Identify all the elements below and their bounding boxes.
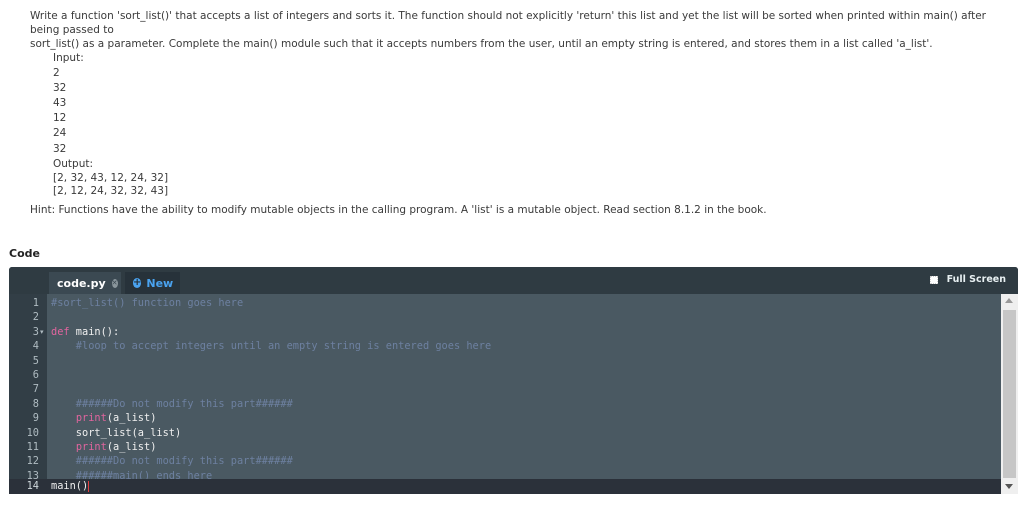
line-number: 10 [26, 426, 39, 439]
code-line-text: #sort_list() function goes here [51, 296, 243, 310]
keyword-token: print [75, 441, 107, 453]
code-editor[interactable]: code.py ✕ + New Full Screen 1 2 3 ▾ 4 5 6 7 8 9 10… [9, 267, 1018, 494]
line-number: 3 [32, 325, 39, 338]
io-example: Input: 2 32 43 12 24 32 Output: [2, 32, … [53, 51, 1010, 198]
tab-code-py[interactable]: code.py ✕ [49, 272, 121, 294]
line-number: 2 [32, 311, 39, 324]
line-number: 11 [26, 441, 39, 453]
input-value: 24 [53, 127, 67, 140]
line-number: 14 [26, 480, 39, 492]
keyword-token: print [75, 412, 107, 425]
code-line[interactable]: sort_list(a_list) [47, 426, 1001, 440]
line-number: 5 [32, 354, 39, 367]
code-line-text: #loop to accept integers until an empty … [51, 339, 491, 353]
hint-text: Hint: Functions have the ability to modi… [30, 204, 767, 216]
fullscreen-label: Full Screen [946, 274, 1006, 285]
code-token: (a_list) [106, 441, 157, 453]
code-line-text: print(a_list) [51, 411, 157, 425]
keyword-token: def [51, 325, 70, 338]
line-number: 8 [32, 397, 39, 410]
input-value: 32 [53, 82, 67, 95]
code-line-text: ######Do not modify this part###### [51, 397, 293, 411]
code-line[interactable]: #loop to accept integers until an empty … [47, 339, 1001, 353]
question-text: Write a function 'sort_list()' that acce… [30, 9, 1010, 198]
line-number: 6 [32, 369, 39, 381]
input-value: 43 [53, 97, 67, 110]
input-value: 32 [53, 142, 67, 155]
code-token: main() [51, 480, 89, 492]
line-number: 1 [32, 297, 39, 309]
output-value: [2, 32, 43, 12, 24, 32] [53, 171, 169, 184]
scroll-thumb[interactable] [1003, 310, 1016, 478]
code-line-text: main() [51, 479, 90, 493]
line-number: 4 [32, 340, 39, 353]
question-line-1: Write a function 'sort_list()' that acce… [30, 10, 986, 36]
input-value: 12 [53, 112, 67, 125]
code-line[interactable]: ######Do not modify this part###### [47, 397, 1001, 411]
code-line[interactable] [47, 382, 1001, 396]
code-line[interactable]: print(a_list) [47, 440, 1001, 454]
code-section-label: Code [9, 247, 40, 260]
comment-token: #loop to accept integers until an empty … [51, 340, 492, 353]
editor-tabbar: code.py ✕ + New Full Screen [9, 267, 1018, 294]
code-line[interactable]: #sort_list() function goes here [47, 296, 1001, 310]
vertical-scrollbar[interactable] [1001, 294, 1018, 494]
code-line[interactable] [47, 310, 1001, 324]
code-token: (a_list) [106, 412, 157, 425]
fullscreen-icon [929, 275, 938, 284]
line-number: 7 [32, 383, 39, 396]
code-text-area[interactable]: #sort_list() function goes here def main(… [47, 294, 1001, 494]
code-line-text: sort_list(a_list) [51, 426, 181, 440]
question-line-2: sort_list() as a parameter. Complete the… [30, 38, 933, 50]
line-number: 9 [32, 412, 39, 425]
scroll-down-arrow-icon[interactable] [1005, 484, 1013, 489]
code-line-text: def main(): [51, 325, 119, 339]
plus-circle-icon: + [133, 277, 142, 288]
code-token: sort_list(a_list) [51, 426, 182, 439]
output-value: [2, 12, 24, 32, 32, 43] [53, 184, 169, 197]
fullscreen-button[interactable]: Full Screen [929, 274, 1006, 285]
code-line-text: ######Do not modify this part###### [51, 454, 293, 468]
tab-label: code.py [57, 276, 106, 290]
comment-token: #sort_list() function goes here [51, 297, 244, 309]
fold-arrow-icon[interactable]: ▾ [40, 325, 44, 339]
code-token: main(): [69, 325, 120, 338]
code-line[interactable]: ######Do not modify this part###### [47, 454, 1001, 468]
code-line-text: print(a_list) [51, 440, 157, 454]
line-number: 12 [26, 455, 39, 468]
text-cursor [88, 480, 90, 492]
comment-token: ######Do not modify this part###### [51, 397, 293, 410]
scroll-up-arrow-icon[interactable] [1005, 298, 1013, 303]
line-number-gutter: 1 2 3 ▾ 4 5 6 7 8 9 10 11 12 13 [9, 294, 47, 494]
code-line[interactable] [47, 368, 1001, 382]
output-label: Output: [53, 157, 94, 170]
comment-token: ######Do not modify this part###### [51, 455, 293, 468]
code-line[interactable]: main() [47, 479, 1018, 493]
last-line[interactable]: 14 main() [9, 479, 1001, 494]
close-icon[interactable]: ✕ [111, 278, 118, 288]
new-button-label: New [146, 276, 174, 290]
input-label: Input: [53, 52, 84, 64]
code-line[interactable]: print(a_list) [47, 411, 1001, 425]
code-line[interactable] [47, 354, 1001, 368]
new-file-button[interactable]: + New [125, 272, 180, 294]
code-line[interactable]: def main(): [47, 325, 1001, 339]
input-value: 2 [53, 67, 60, 80]
